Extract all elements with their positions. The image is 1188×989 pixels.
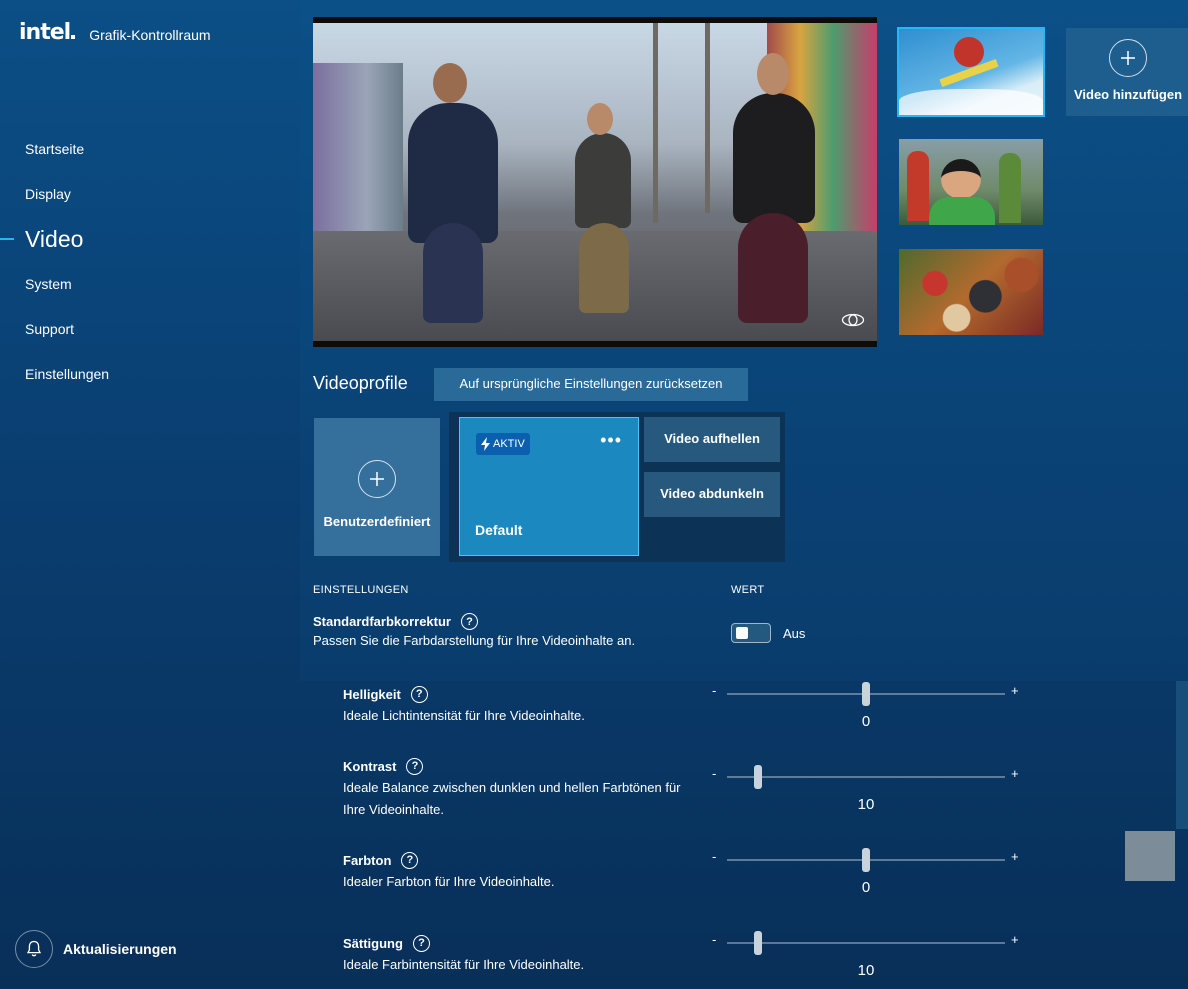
help-icon[interactable]: ?	[401, 851, 419, 869]
help-icon[interactable]: ?	[406, 757, 424, 775]
slider-track[interactable]	[727, 931, 1005, 955]
video-frame	[313, 23, 877, 341]
saturation-decrease[interactable]: -	[712, 932, 716, 947]
brightness-title: Helligkeit	[343, 686, 401, 702]
updates-button[interactable]: Aktualisierungen	[15, 930, 177, 968]
sidebar-item-label: Display	[25, 186, 71, 202]
slider-track[interactable]	[727, 682, 1005, 706]
sidebar-item-einstellungen[interactable]: Einstellungen	[0, 360, 109, 405]
saturation-setting: Sättigung? Ideale Farbintensität für Ihr…	[343, 934, 703, 976]
contrast-setting: Kontrast? Ideale Balance zwischen dunkle…	[343, 757, 703, 821]
sidebar-item-system[interactable]: System	[0, 270, 109, 315]
active-indicator	[0, 238, 14, 240]
sidebar-item-video[interactable]: Video	[0, 225, 109, 270]
scrollbar-thumb[interactable]	[1125, 831, 1175, 881]
hue-desc: Idealer Farbton für Ihre Videoinhalte.	[343, 874, 555, 889]
brightness-decrease[interactable]: -	[712, 683, 716, 698]
brightness-increase[interactable]: +	[1011, 683, 1019, 698]
brightness-slider: - +	[712, 682, 1022, 706]
custom-profile-label: Benutzerdefiniert	[323, 514, 431, 529]
sidebar-item-support[interactable]: Support	[0, 315, 109, 360]
video-thumbnail-group[interactable]	[899, 139, 1043, 225]
brightness-desc: Ideale Lichtintensität für Ihre Videoinh…	[343, 708, 585, 723]
help-icon[interactable]: ?	[410, 685, 428, 703]
sidebar-item-startseite[interactable]: Startseite	[0, 135, 109, 180]
profile-darken-button[interactable]: Video abdunkeln	[644, 472, 780, 517]
profile-default-label: Default	[475, 522, 523, 538]
brand: intel Grafik-Kontrollraum	[19, 20, 211, 45]
active-badge: AKTIV	[476, 433, 530, 455]
contrast-increase[interactable]: +	[1011, 766, 1019, 781]
sidebar-item-label: Startseite	[25, 141, 85, 157]
reset-settings-button[interactable]: Auf ursprüngliche Einstellungen zurückse…	[434, 368, 748, 401]
hue-title: Farbton	[343, 852, 392, 868]
profile-card-default[interactable]: AKTIV ••• Default	[459, 417, 639, 556]
intel-logo: intel	[19, 20, 76, 45]
settings-column-header: EINSTELLUNGEN	[313, 584, 409, 596]
contrast-decrease[interactable]: -	[712, 766, 716, 781]
lightning-icon	[481, 437, 490, 451]
help-icon[interactable]: ?	[460, 613, 478, 630]
bell-icon	[15, 930, 53, 968]
profile-brighten-button[interactable]: Video aufhellen	[644, 417, 780, 462]
video-profiles-title: Videoprofile	[313, 373, 408, 393]
sidebar-nav: Startseite Display Video System Support …	[0, 135, 109, 405]
saturation-title: Sättigung	[343, 935, 403, 951]
contrast-slider: - +	[712, 765, 1022, 789]
slider-thumb[interactable]	[862, 848, 870, 872]
profiles-group: AKTIV ••• Default Video aufhellen Video …	[449, 412, 785, 562]
scrollbar-track[interactable]	[1176, 681, 1188, 829]
plus-icon	[1109, 39, 1147, 77]
video-thumbnail-snowboard[interactable]	[897, 27, 1045, 117]
standard-color-correction-desc: Passen Sie die Farbdarstellung für Ihre …	[313, 633, 636, 648]
slider-track[interactable]	[727, 848, 1005, 872]
more-options-icon[interactable]: •••	[600, 430, 622, 451]
standard-color-correction-title: Standardfarbkorrektur ?	[313, 613, 478, 630]
add-video-button[interactable]: Video hinzufügen	[1066, 28, 1188, 116]
add-video-label: Video hinzufügen	[1073, 87, 1183, 102]
video-preview[interactable]	[313, 17, 877, 347]
brightness-value: 0	[861, 713, 871, 730]
hue-slider: - +	[712, 848, 1022, 872]
standard-color-correction-toggle[interactable]	[731, 623, 771, 643]
help-icon[interactable]: ?	[412, 934, 430, 952]
updates-label: Aktualisierungen	[63, 941, 177, 957]
sidebar: intel Grafik-Kontrollraum Startseite Dis…	[0, 0, 300, 989]
contrast-desc: Ideale Balance zwischen dunklen und hell…	[343, 780, 681, 817]
slider-thumb[interactable]	[862, 682, 870, 706]
video-thumbnail-market[interactable]	[899, 249, 1043, 335]
sidebar-item-label: Einstellungen	[25, 366, 110, 382]
slider-thumb[interactable]	[753, 765, 762, 789]
brightness-setting: Helligkeit? Ideale Lichtintensität für I…	[343, 685, 703, 727]
sidebar-item-label: Video	[25, 226, 84, 252]
slider-thumb[interactable]	[753, 931, 762, 955]
toggle-state-label: Aus	[783, 626, 806, 641]
contrast-title: Kontrast	[343, 758, 397, 774]
hue-decrease[interactable]: -	[712, 849, 716, 864]
hue-value: 0	[861, 879, 871, 896]
hue-setting: Farbton? Idealer Farbton für Ihre Videoi…	[343, 851, 703, 893]
compare-eye-icon[interactable]	[841, 313, 865, 327]
sidebar-item-label: System	[25, 276, 72, 292]
custom-profile-button[interactable]: Benutzerdefiniert	[314, 418, 440, 556]
value-column-header: WERT	[731, 584, 765, 596]
plus-icon	[358, 460, 396, 498]
hue-increase[interactable]: +	[1011, 849, 1019, 864]
saturation-desc: Ideale Farbintensität für Ihre Videoinha…	[343, 957, 585, 972]
app-title: Grafik-Kontrollraum	[89, 26, 211, 43]
saturation-increase[interactable]: +	[1011, 932, 1019, 947]
contrast-value: 10	[857, 796, 875, 813]
slider-track[interactable]	[727, 765, 1005, 789]
saturation-slider: - +	[712, 931, 1022, 955]
saturation-value: 10	[857, 962, 875, 979]
sidebar-item-display[interactable]: Display	[0, 180, 109, 225]
sidebar-item-label: Support	[25, 321, 75, 337]
